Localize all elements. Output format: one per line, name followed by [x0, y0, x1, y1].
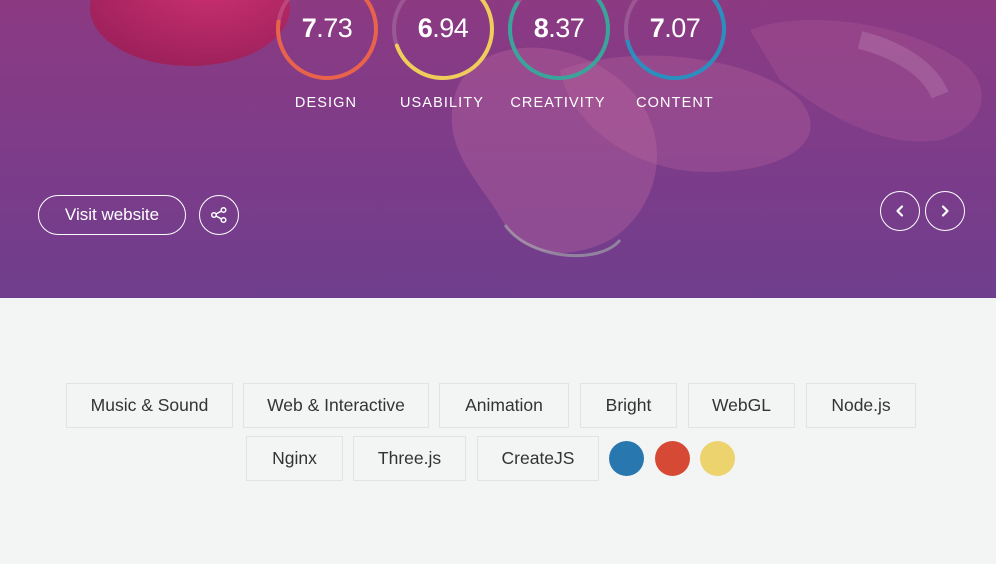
score-ring-usability: 6.94 — [391, 0, 495, 81]
color-swatch-blue[interactable] — [609, 441, 644, 476]
chevron-left-icon — [896, 205, 904, 217]
score-ring-content: 7.07 — [623, 0, 727, 81]
tag-web-interactive[interactable]: Web & Interactive — [243, 383, 429, 428]
tag-webgl[interactable]: WebGL — [688, 383, 795, 428]
tag-nginx[interactable]: Nginx — [246, 436, 343, 481]
share-icon — [210, 206, 227, 224]
color-swatch-yellow[interactable] — [700, 441, 735, 476]
score-label-content: CONTENT — [636, 95, 714, 111]
tag-threejs[interactable]: Three.js — [353, 436, 466, 481]
tag-bright[interactable]: Bright — [580, 383, 677, 428]
color-swatch-red[interactable] — [655, 441, 690, 476]
chevron-right-icon — [941, 205, 949, 217]
score-value: 7.07 — [649, 13, 701, 43]
score-value: 7.73 — [301, 13, 353, 43]
tag-music-sound[interactable]: Music & Sound — [66, 383, 233, 428]
tag-nodejs[interactable]: Node.js — [806, 383, 916, 428]
next-button[interactable] — [925, 191, 965, 231]
share-button[interactable] — [199, 195, 239, 235]
previous-button[interactable] — [880, 191, 920, 231]
hero-background-art — [90, 0, 982, 258]
score-value: 8.37 — [533, 13, 585, 43]
tag-animation[interactable]: Animation — [439, 383, 569, 428]
score-ring-creativity: 8.37 — [507, 0, 611, 81]
tag-createjs[interactable]: CreateJS — [477, 436, 599, 481]
visit-website-button[interactable]: Visit website — [38, 195, 186, 235]
score-value: 6.94 — [417, 13, 469, 43]
score-ring-design: 7.73 — [275, 0, 379, 81]
hero-banner: 7.73 DESIGN 6.94 USABILITY 8.37 CREATIVI… — [0, 0, 996, 298]
